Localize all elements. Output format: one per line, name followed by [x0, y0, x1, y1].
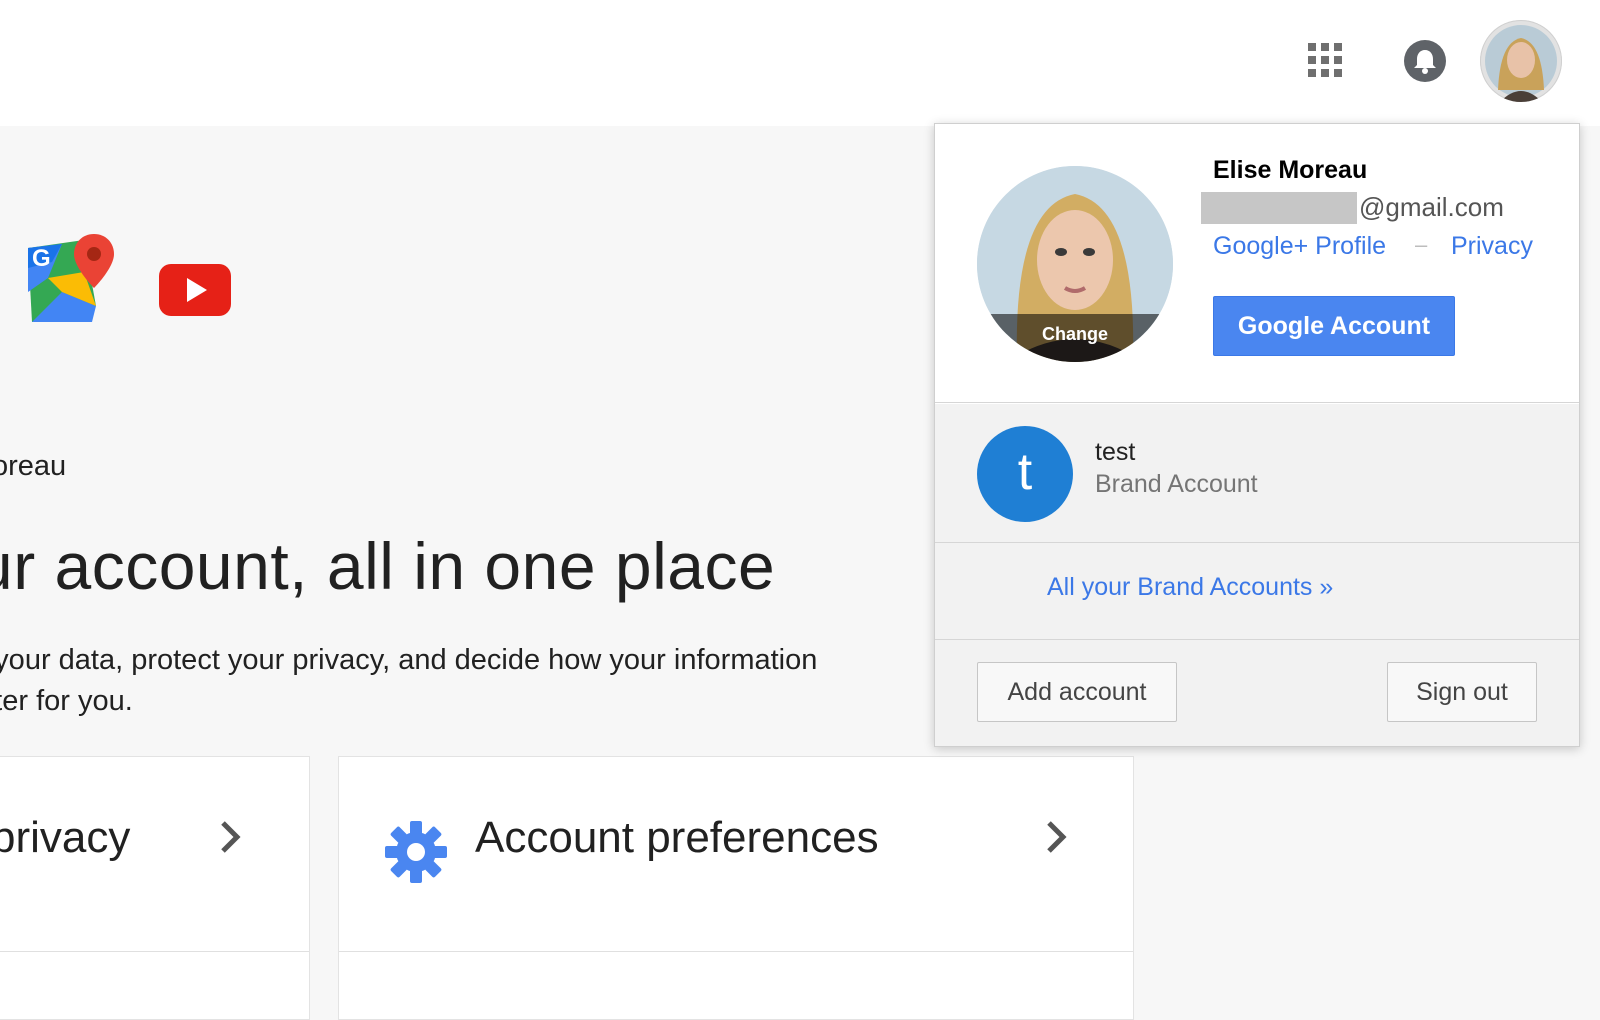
brand-account-row[interactable]: t test Brand Account — [935, 404, 1579, 543]
user-name-text: oreau — [0, 450, 67, 482]
link-separator: – — [1415, 232, 1428, 257]
description-line: d your data, protect your privacy, and d… — [0, 644, 818, 676]
page-title: ur account, all in one place — [0, 529, 776, 603]
description-line: etter for you. — [0, 685, 133, 717]
email-redaction — [1201, 192, 1357, 224]
chevron-right-icon — [221, 821, 241, 853]
brand-account-type: Brand Account — [1095, 470, 1258, 498]
page-description: d your data, protect your privacy, and d… — [0, 640, 930, 722]
account-menu-footer: Add account Sign out — [935, 640, 1579, 746]
gear-icon — [385, 821, 447, 883]
apps-grid-icon[interactable] — [1308, 43, 1342, 77]
google-maps-logo: G — [28, 234, 114, 322]
account-preferences-card[interactable]: Account preferences — [338, 756, 1134, 1020]
account-email-domain: @gmail.com — [1359, 192, 1504, 222]
all-brand-accounts-row: All your Brand Accounts » — [935, 543, 1579, 640]
card-title: privacy — [0, 813, 131, 862]
youtube-logo — [159, 264, 231, 316]
card-divider — [339, 951, 1133, 952]
svg-text:G: G — [32, 245, 51, 272]
privacy-link[interactable]: Privacy — [1451, 232, 1533, 261]
profile-avatar-icon[interactable] — [1480, 20, 1562, 102]
google-plus-profile-link[interactable]: Google+ Profile — [1213, 232, 1386, 261]
brand-account-avatar: t — [977, 426, 1073, 522]
google-account-button[interactable]: Google Account — [1213, 296, 1455, 356]
account-menu-header: Change Elise Moreau @gmail.com Google+ P… — [935, 124, 1579, 403]
add-account-button[interactable]: Add account — [977, 662, 1177, 722]
card-title: Account preferences — [475, 813, 879, 862]
all-brand-accounts-link[interactable]: All your Brand Accounts » — [1047, 573, 1333, 602]
bell-icon[interactable] — [1404, 40, 1446, 82]
card-divider — [0, 951, 309, 952]
sign-out-button[interactable]: Sign out — [1387, 662, 1537, 722]
chevron-right-icon — [1047, 821, 1067, 853]
profile-photo[interactable]: Change — [977, 166, 1173, 362]
change-photo-label[interactable]: Change — [977, 314, 1173, 362]
account-name: Elise Moreau — [1213, 156, 1368, 184]
top-bar — [0, 0, 1600, 126]
privacy-card[interactable]: privacy — [0, 756, 310, 1020]
account-menu-popup: Change Elise Moreau @gmail.com Google+ P… — [934, 123, 1580, 747]
brand-account-name: test — [1095, 438, 1136, 466]
